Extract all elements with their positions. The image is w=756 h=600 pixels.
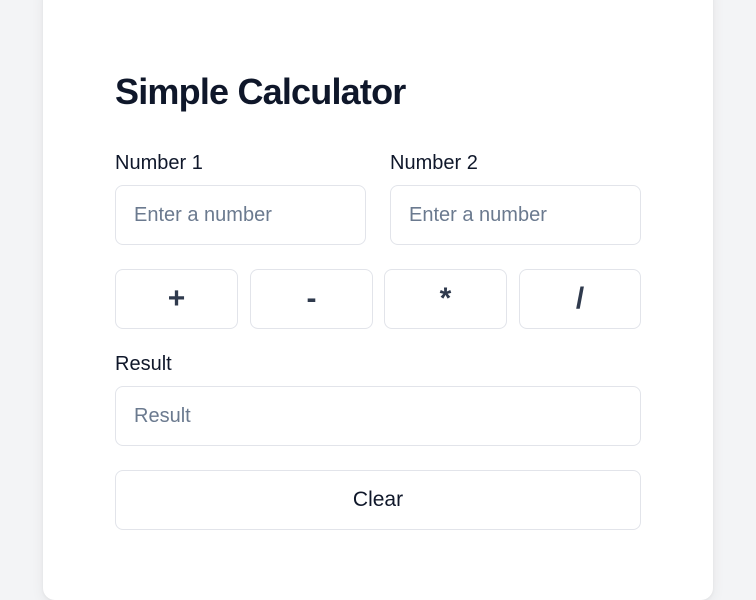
divide-button[interactable]: / [519, 269, 641, 329]
multiply-button[interactable]: * [384, 269, 507, 329]
result-field[interactable] [115, 386, 641, 446]
result-label: Result [115, 353, 172, 375]
add-button[interactable]: + [115, 269, 238, 329]
number2-input[interactable] [390, 185, 641, 245]
subtract-button[interactable]: - [250, 269, 373, 329]
number1-input[interactable] [115, 185, 366, 245]
clear-button[interactable]: Clear [115, 470, 641, 530]
number1-label: Number 1 [115, 152, 203, 174]
calculator-title: Simple Calculator [115, 71, 406, 112]
number2-label: Number 2 [390, 152, 478, 174]
